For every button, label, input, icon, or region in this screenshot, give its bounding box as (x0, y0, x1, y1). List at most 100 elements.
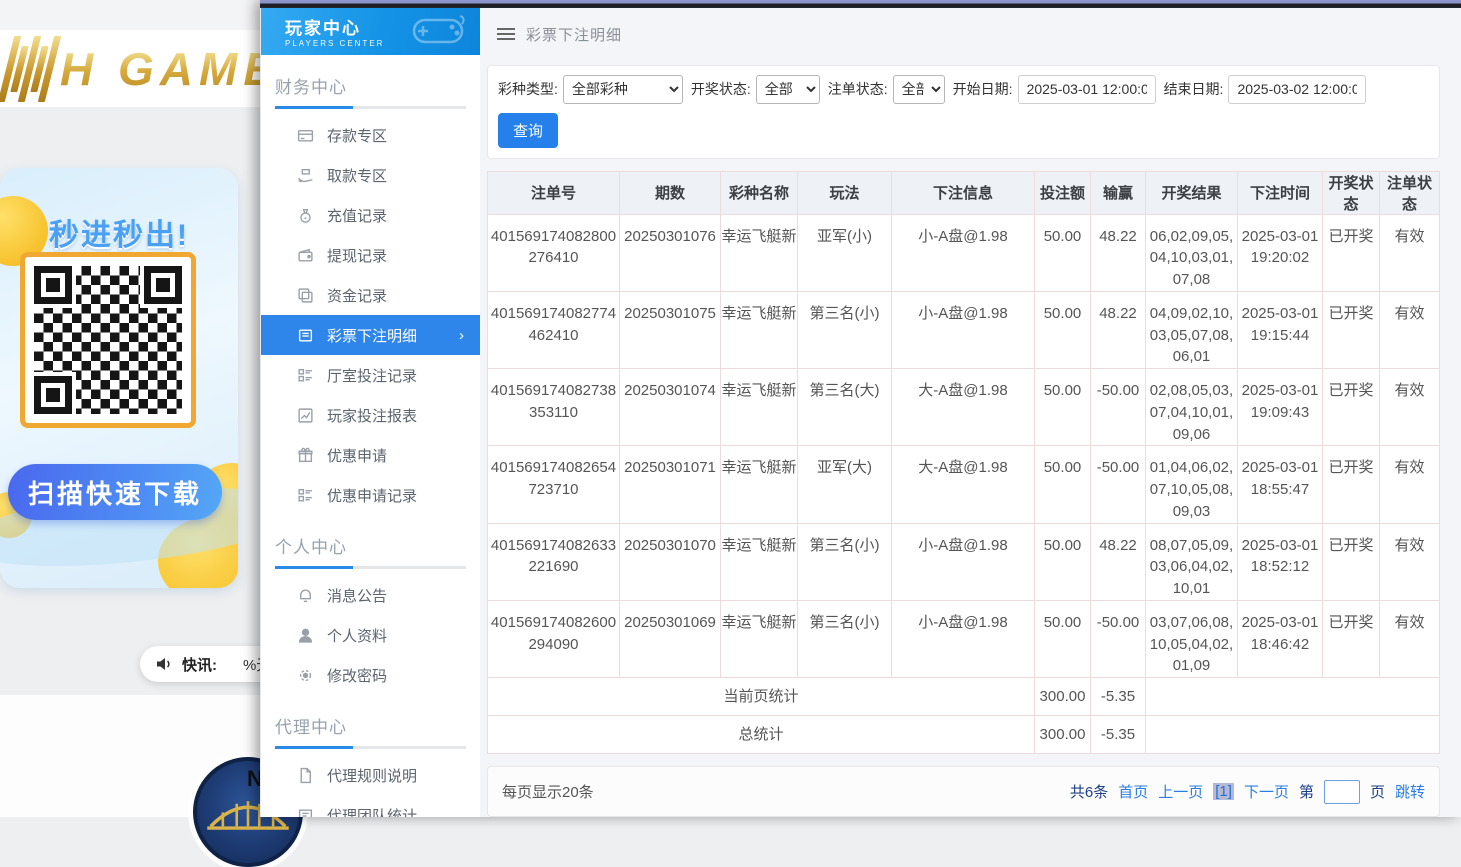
table-cell: 06,02,09,05,04,10,03,01,07,08 (1146, 214, 1238, 291)
prev-page-link[interactable]: 上一页 (1158, 781, 1203, 802)
table-cell: 第三名(小) (798, 291, 892, 368)
sidebar-item[interactable]: 优惠申请 (261, 435, 480, 475)
first-page-link[interactable]: 首页 (1118, 781, 1148, 802)
bet-detail-table: 注单号期数彩种名称玩法下注信息投注额输赢开奖结果下注时间开奖状态注单状态4015… (487, 171, 1440, 755)
sidebar-item[interactable]: 代理规则说明 (261, 755, 480, 795)
table-cell: 401569174082774462410 (488, 291, 620, 368)
menu-toggle-icon[interactable] (497, 25, 515, 43)
table-cell: -50.00 (1091, 369, 1146, 446)
sidebar-item[interactable]: 充值记录 (261, 195, 480, 235)
table-row: 40156917408263322169020250301070幸运飞艇新第三名… (488, 523, 1440, 600)
table-cell: 有效 (1380, 291, 1440, 368)
table-cell: 2025-03-01 18:52:12 (1238, 523, 1323, 600)
window-top-strip (260, 0, 1461, 8)
table-cell: 大-A盘@1.98 (892, 369, 1035, 446)
sidebar-item[interactable]: 个人资料 (261, 615, 480, 655)
hh-game-logo-icon (6, 34, 56, 104)
sidebar-item[interactable]: 优惠申请记录 (261, 475, 480, 515)
table-column-header: 输赢 (1091, 171, 1146, 214)
table-column-header: 注单号 (488, 171, 620, 214)
table-cell: 第三名(大) (798, 369, 892, 446)
table-row: 40156917408273835311020250301074幸运飞艇新第三名… (488, 369, 1440, 446)
summary-bet-total: 300.00 (1035, 716, 1091, 754)
table-cell: 2025-03-01 19:09:43 (1238, 369, 1323, 446)
table-cell: 20250301069 (620, 600, 721, 677)
search-button[interactable]: 查询 (498, 113, 558, 148)
current-page-indicator[interactable]: [1] (1213, 783, 1234, 800)
start-date-input[interactable] (1018, 75, 1156, 104)
draw-status-label: 开奖状态: (691, 79, 751, 99)
total-summary-row: 总统计300.00-5.35 (488, 716, 1440, 754)
sidebar-item[interactable]: 彩票下注明细› (261, 315, 480, 355)
gamepad-icon (406, 12, 470, 52)
sidebar-item-label: 代理团队统计 (327, 805, 417, 818)
table-cell: 有效 (1380, 446, 1440, 523)
table-cell: 幸运飞艇新 (721, 523, 798, 600)
sidebar-item[interactable]: 厅室投注记录 (261, 355, 480, 395)
sidebar-item[interactable]: 消息公告 (261, 575, 480, 615)
summary-winloss-total: -5.35 (1091, 716, 1146, 754)
summary-empty-cell (1146, 716, 1440, 754)
hall-records-icon (297, 367, 314, 384)
draw-status-select[interactable]: 全部 (756, 75, 820, 104)
jump-button[interactable]: 跳转 (1395, 781, 1425, 802)
download-promo-card: 秒进秒出! 扫描快速下载 (0, 168, 238, 588)
order-status-select[interactable]: 全部 (893, 75, 945, 104)
table-cell: 20250301075 (620, 291, 721, 368)
sidebar-item[interactable]: 提现记录 (261, 235, 480, 275)
sidebar-item-label: 代理规则说明 (327, 765, 417, 786)
bell-icon (297, 587, 314, 604)
pagination-bar: 每页显示20条 共6条 首页 上一页 [1] 下一页 第 页 跳转 (487, 766, 1440, 817)
table-cell: 20250301071 (620, 446, 721, 523)
end-date-input[interactable] (1228, 75, 1366, 104)
table-cell: 幸运飞艇新 (721, 446, 798, 523)
table-cell: 50.00 (1035, 523, 1091, 600)
table-cell: 有效 (1380, 369, 1440, 446)
sidebar-item-label: 优惠申请 (327, 445, 387, 466)
table-cell: 已开奖 (1323, 291, 1380, 368)
table-column-header: 彩种名称 (721, 171, 798, 214)
sidebar-item[interactable]: 玩家投注报表 (261, 395, 480, 435)
table-cell: -50.00 (1091, 446, 1146, 523)
sidebar-item[interactable]: 资金记录 (261, 275, 480, 315)
sidebar-item-label: 彩票下注明细 (327, 325, 417, 346)
promo-headline: 秒进秒出! (0, 210, 238, 254)
promo-records-icon (297, 487, 314, 504)
table-cell: 401569174082738353110 (488, 369, 620, 446)
sidebar-item-label: 资金记录 (327, 285, 387, 306)
gear-icon (297, 667, 314, 684)
sidebar-section-label: 财务中心 (261, 55, 480, 106)
table-cell: 48.22 (1091, 214, 1146, 291)
lottery-type-select[interactable]: 全部彩种 (563, 75, 683, 104)
table-cell: 20250301070 (620, 523, 721, 600)
table-column-header: 玩法 (798, 171, 892, 214)
table-cell: 有效 (1380, 214, 1440, 291)
total-count-text: 共6条 (1070, 781, 1108, 802)
next-page-link[interactable]: 下一页 (1244, 781, 1289, 802)
sidebar: 玩家中心 PLAYERS CENTER 财务中心存款专区取款专区充值记录提现记录… (260, 8, 480, 817)
table-row: 40156917408265472371020250301071幸运飞艇新亚军(… (488, 446, 1440, 523)
table-cell: 已开奖 (1323, 446, 1380, 523)
table-cell: 大-A盘@1.98 (892, 446, 1035, 523)
table-cell: 50.00 (1035, 214, 1091, 291)
table-cell: 2025-03-01 19:15:44 (1238, 291, 1323, 368)
person-icon (297, 627, 314, 644)
page-size-text: 每页显示20条 (502, 781, 594, 802)
jump-page-input[interactable] (1324, 780, 1360, 804)
sidebar-item[interactable]: 取款专区 (261, 155, 480, 195)
sidebar-item[interactable]: 代理团队统计 (261, 795, 480, 817)
table-cell: 已开奖 (1323, 523, 1380, 600)
summary-label: 当前页统计 (488, 678, 1035, 716)
table-row: 40156917408277446241020250301075幸运飞艇新第三名… (488, 291, 1440, 368)
table-cell: 04,09,02,10,03,05,07,08,06,01 (1146, 291, 1238, 368)
bet-detail-table-wrap: 注单号期数彩种名称玩法下注信息投注额输赢开奖结果下注时间开奖状态注单状态4015… (487, 171, 1440, 755)
scan-download-button[interactable]: 扫描快速下载 (8, 464, 222, 520)
page-summary-row: 当前页统计300.00-5.35 (488, 678, 1440, 716)
table-cell: 亚军(小) (798, 214, 892, 291)
sidebar-item-label: 玩家投注报表 (327, 405, 417, 426)
table-cell: 50.00 (1035, 600, 1091, 677)
sidebar-item[interactable]: 存款专区 (261, 115, 480, 155)
table-cell: 2025-03-01 18:46:42 (1238, 600, 1323, 677)
table-column-header: 下注信息 (892, 171, 1035, 214)
sidebar-item[interactable]: 修改密码 (261, 655, 480, 695)
